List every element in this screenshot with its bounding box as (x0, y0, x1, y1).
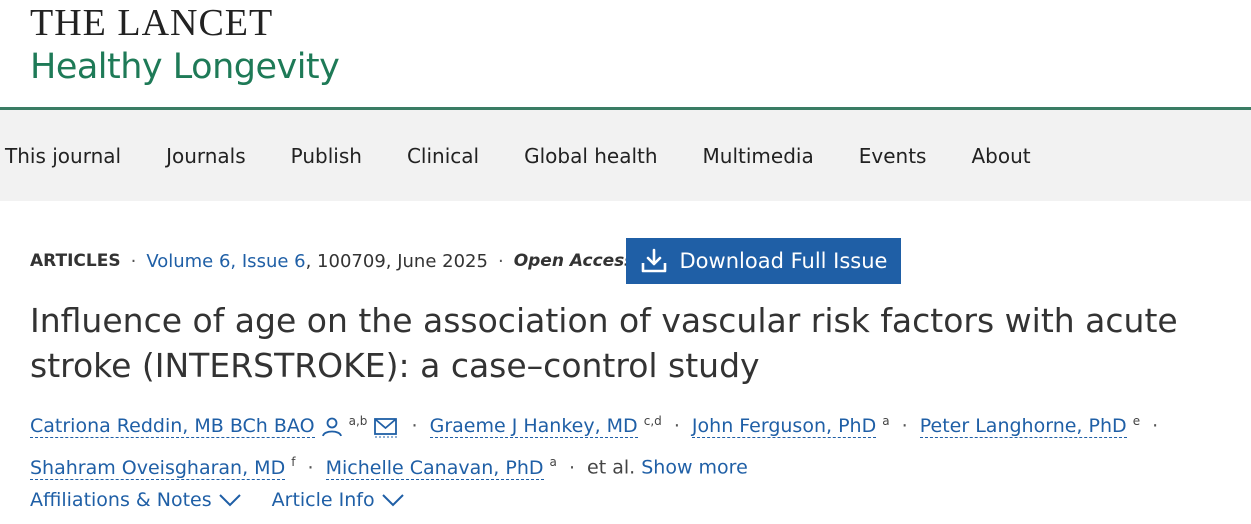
author-link[interactable]: Michelle Canavan, PhD (325, 456, 544, 480)
open-access-label: Open Access (513, 251, 635, 271)
article-info-toggle[interactable]: Article Info (272, 489, 405, 511)
separator-dot: · (568, 456, 575, 479)
article-info-tabs: Affiliations & Notes Article Info (30, 489, 435, 511)
chevron-down-icon (218, 494, 241, 507)
chevron-down-icon (381, 494, 404, 507)
separator-dot: · (497, 250, 504, 272)
main-nav: This journal Journals Publish Clinical G… (0, 110, 1251, 201)
nav-publish[interactable]: Publish (291, 144, 362, 168)
person-icon[interactable] (321, 416, 343, 438)
affiliation-sup: a (882, 414, 890, 428)
author-link[interactable]: John Ferguson, PhD (691, 415, 877, 439)
nav-journals[interactable]: Journals (166, 144, 246, 168)
nav-global-health[interactable]: Global health (524, 144, 657, 168)
nav-events[interactable]: Events (859, 144, 927, 168)
article-title: Influence of age on the association of v… (30, 301, 1178, 385)
separator-dot: · (307, 456, 314, 479)
separator-dot: · (673, 415, 680, 438)
show-more-authors-link[interactable]: Show more (641, 457, 748, 479)
download-full-issue-button[interactable]: Download Full Issue (626, 238, 901, 284)
article-number-date: , 100709, June 2025 (305, 250, 488, 272)
brand-subtitle: Healthy Longevity (30, 47, 340, 87)
et-al: et al. (587, 456, 636, 479)
author-link[interactable]: Peter Langhorne, PhD (919, 415, 1127, 439)
article-type: ARTICLES (30, 251, 121, 271)
nav-clinical[interactable]: Clinical (407, 144, 479, 168)
separator-dot: · (901, 415, 908, 438)
author-link[interactable]: Catriona Reddin, MB BCh BAO (30, 415, 315, 439)
journal-logo[interactable]: THE LANCET Healthy Longevity (30, 2, 340, 90)
affiliation-sup: a (549, 455, 557, 470)
author-list: Catriona Reddin, MB BCh BAO a,b · Graeme… (30, 403, 1251, 486)
download-icon (641, 248, 666, 273)
article-meta: ARTICLES · Volume 6, Issue 6 , 100709, J… (30, 238, 634, 284)
separator-dot: · (411, 415, 418, 438)
affiliation-sup: f (291, 455, 296, 470)
affiliation-sup: e (1132, 414, 1141, 428)
author-link[interactable]: Shahram Oveisgharan, MD (30, 456, 286, 480)
mail-icon[interactable] (373, 416, 399, 438)
nav-about[interactable]: About (971, 144, 1030, 168)
tab-label: Affiliations & Notes (30, 489, 212, 511)
volume-issue-link[interactable]: Volume 6, Issue 6 (146, 251, 305, 272)
affiliation-sup: c,d (643, 414, 662, 428)
tab-label: Article Info (271, 489, 375, 511)
separator-dot: · (130, 250, 137, 272)
download-label: Download Full Issue (679, 249, 888, 273)
affiliation-sup: a,b (348, 414, 368, 428)
author-link[interactable]: Graeme J Hankey, MD (429, 415, 638, 439)
nav-this-journal[interactable]: This journal (5, 144, 121, 168)
nav-multimedia[interactable]: Multimedia (703, 144, 814, 168)
brand-title: THE LANCET (30, 2, 274, 44)
affiliations-notes-toggle[interactable]: Affiliations & Notes (30, 489, 242, 511)
separator-dot: · (1152, 415, 1159, 438)
